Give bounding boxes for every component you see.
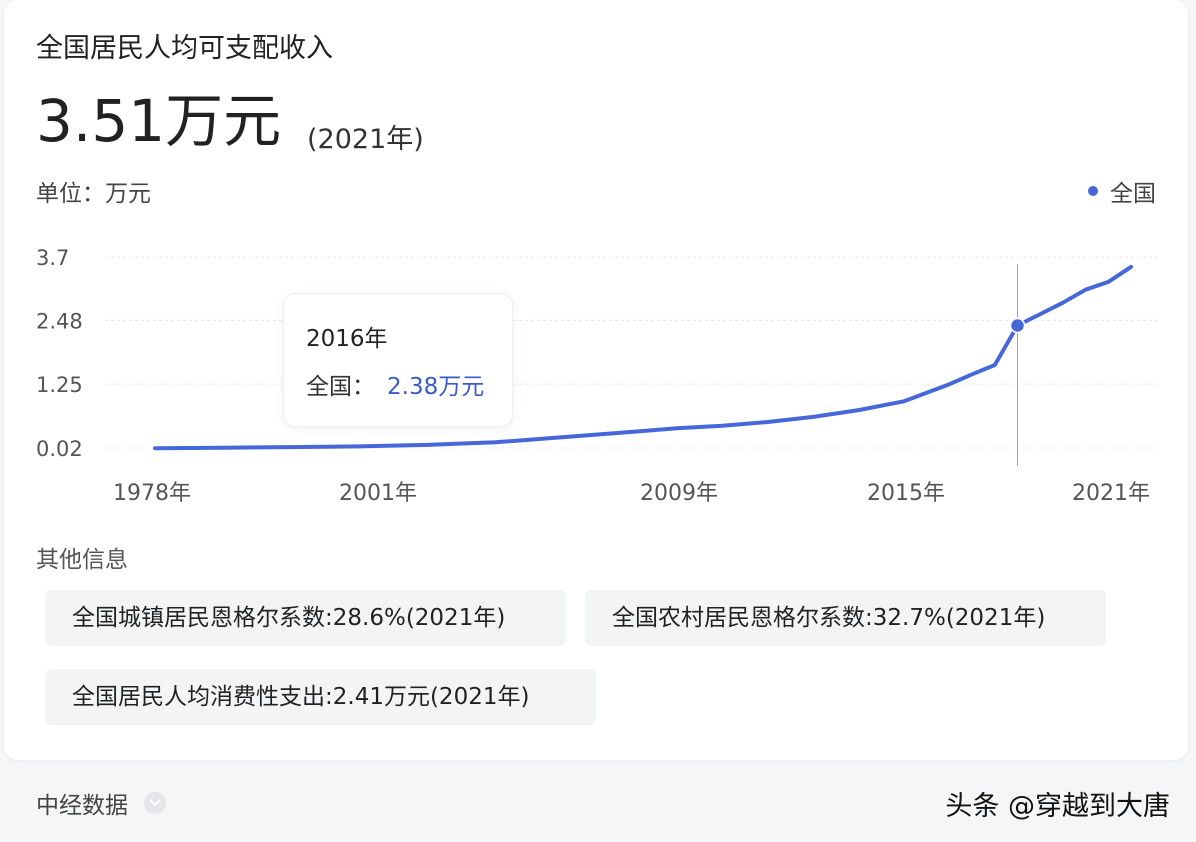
data-source[interactable]: 中经数据 xyxy=(36,786,166,820)
chart-legend[interactable]: 全国 xyxy=(1088,174,1156,208)
income-line-chart[interactable]: 3.7 2.48 1.25 0.02 1978年 2001年 2009年 2015年 2021年 xyxy=(0,230,1196,520)
headline-value: 3.51万元 xyxy=(36,87,282,155)
card-title: 全国居民人均可支配收入 xyxy=(36,33,333,64)
x-tick-label: 2021年 xyxy=(1072,481,1150,506)
x-tick-label: 1978年 xyxy=(113,481,191,506)
chart-tooltip: 2016年 全国： 2.38万元 xyxy=(283,293,513,427)
info-chip-urban-engel[interactable]: 全国城镇居民恩格尔系数:28.6%(2021年) xyxy=(45,590,566,646)
tooltip-year: 2016年 xyxy=(306,326,388,352)
y-tick-label: 3.7 xyxy=(36,246,69,270)
tooltip-label: 全国： xyxy=(306,374,375,400)
legend-dot-icon xyxy=(1088,186,1098,196)
headline-year: (2021年) xyxy=(307,124,424,155)
unit-label: 单位：万元 xyxy=(36,181,151,207)
x-tick-label: 2009年 xyxy=(640,481,718,506)
x-tick-label: 2015年 xyxy=(867,481,945,506)
chevron-down-icon[interactable] xyxy=(144,792,166,814)
legend-label: 全国 xyxy=(1110,181,1156,207)
y-tick-label: 1.25 xyxy=(36,373,83,397)
watermark: 头条 @穿越到大唐 xyxy=(945,791,1170,822)
highlight-point xyxy=(1009,317,1026,334)
data-source-label: 中经数据 xyxy=(36,793,128,819)
info-chip-consumption[interactable]: 全国居民人均消费性支出:2.41万元(2021年) xyxy=(45,669,596,725)
y-tick-label: 2.48 xyxy=(36,309,83,333)
tooltip-value: 2.38万元 xyxy=(387,374,485,400)
other-info-title: 其他信息 xyxy=(36,547,128,573)
tooltip-row: 全国： 2.38万元 xyxy=(306,367,484,401)
y-tick-label: 0.02 xyxy=(36,437,83,461)
x-tick-label: 2001年 xyxy=(339,481,417,506)
info-chip-rural-engel[interactable]: 全国农村居民恩格尔系数:32.7%(2021年) xyxy=(585,590,1106,646)
